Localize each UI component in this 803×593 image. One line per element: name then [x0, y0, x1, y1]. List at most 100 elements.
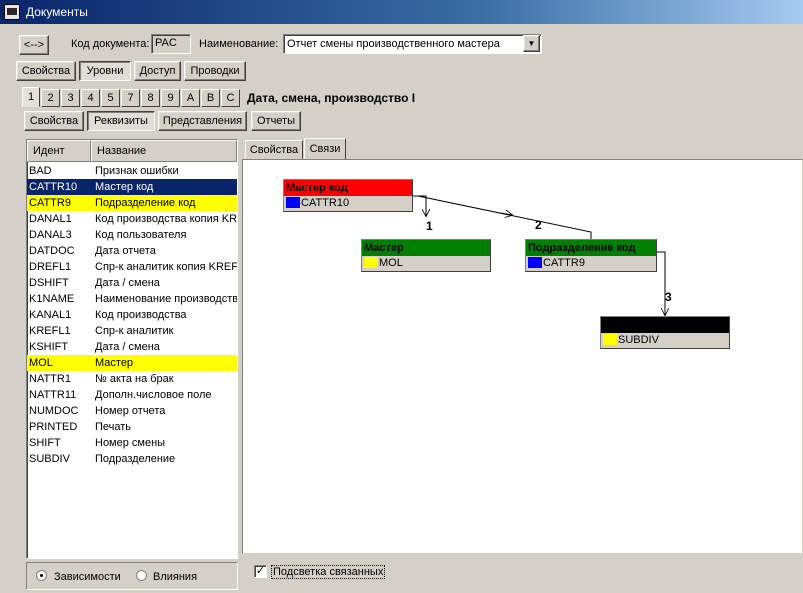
highlight-linked-label[interactable]: Подсветка связанных	[271, 565, 386, 579]
list-row[interactable]: SUBDIV Подразделение	[27, 451, 237, 467]
requisites-list[interactable]: Идент Название BAD Признак ошибки CATTR10…	[26, 139, 238, 559]
color-swatch	[603, 334, 617, 345]
section-tab-requisites[interactable]: Реквизиты	[87, 111, 155, 131]
column-header-name[interactable]: Название	[91, 140, 237, 162]
window-title: Документы	[26, 5, 88, 19]
list-row[interactable]: SHIFT Номер смены	[27, 435, 237, 451]
node-master[interactable]: Мастер MOL	[361, 239, 491, 272]
row-name: Дата / смена	[95, 277, 160, 289]
app-icon	[4, 4, 20, 20]
node-subdivision-code[interactable]: Подразделение код CATTR9	[525, 239, 657, 272]
row-id: CATTR9	[29, 197, 71, 209]
row-id: NATTR1	[29, 373, 71, 385]
list-row[interactable]: NUMDOC Номер отчета	[27, 403, 237, 419]
list-header: Идент Название	[27, 140, 237, 162]
level-tab-9[interactable]: 9	[161, 89, 180, 107]
node-field: CATTR10	[301, 197, 350, 209]
row-id: SHIFT	[29, 437, 61, 449]
list-row[interactable]: DANAL3 Код пользователя	[27, 227, 237, 243]
level-tab-5[interactable]: 5	[101, 89, 120, 107]
radio-dependencies-label: Зависимости	[54, 571, 121, 583]
highlight-linked-checkbox[interactable]: ✓	[254, 565, 267, 578]
list-rows: BAD Признак ошибки CATTR10 Мастер код CATT…	[27, 163, 237, 467]
navigate-button[interactable]: <-->	[19, 35, 49, 55]
list-row[interactable]: DANAL1 Код производства копия KR	[27, 211, 237, 227]
right-tab-properties[interactable]: Свойства	[245, 140, 303, 159]
list-row-selected[interactable]: CATTR10 Мастер код	[27, 179, 237, 195]
row-name: Подразделение код	[95, 197, 196, 209]
row-id: MOL	[29, 357, 53, 369]
color-swatch	[528, 257, 542, 268]
edge-1	[413, 195, 426, 216]
list-row[interactable]: K1NAME Наименование производстве	[27, 291, 237, 307]
mode-radio-group: Зависимости Влияния	[26, 562, 238, 590]
node-field: MOL	[379, 257, 403, 269]
node-subdiv[interactable]: SUBDIV	[600, 316, 730, 349]
row-id: NUMDOC	[29, 405, 79, 417]
row-name: Признак ошибки	[95, 165, 179, 177]
row-id: SUBDIV	[29, 453, 70, 465]
row-id: DANAL1	[29, 213, 72, 225]
level-tab-4[interactable]: 4	[81, 89, 100, 107]
node-field: SUBDIV	[618, 334, 659, 346]
row-name: Код пользователя	[95, 229, 187, 241]
level-tab-7[interactable]: 7	[121, 89, 140, 107]
row-name: Мастер	[95, 357, 134, 369]
level-tab-c[interactable]: C	[221, 89, 240, 107]
radio-influences[interactable]	[136, 570, 147, 581]
name-label: Наименование:	[199, 38, 279, 50]
level-tab-b[interactable]: B	[201, 89, 220, 107]
doc-code-field[interactable]: PAC	[151, 34, 191, 54]
list-row[interactable]: PRINTED Печать	[27, 419, 237, 435]
node-master-code[interactable]: Мастер код CATTR10	[283, 179, 413, 212]
top-tab-properties[interactable]: Свойства	[16, 61, 76, 81]
level-tab-a[interactable]: A	[181, 89, 200, 107]
row-name: Дата / смена	[95, 341, 160, 353]
color-swatch	[364, 257, 378, 268]
top-tab-levels[interactable]: Уровни	[79, 61, 131, 81]
row-id: K1NAME	[29, 293, 75, 305]
row-name: Дата отчета	[95, 245, 156, 257]
row-name: Спр-к аналитик копия KREF	[95, 261, 237, 273]
row-id: PRINTED	[29, 421, 78, 433]
edge-label-3: 3	[665, 290, 672, 304]
list-row[interactable]: KSHIFT Дата / смена	[27, 339, 237, 355]
row-id: BAD	[29, 165, 52, 177]
section-tab-representations[interactable]: Представления	[158, 111, 247, 131]
name-select-value: Отчет смены производственного мастера	[287, 38, 500, 50]
list-row[interactable]: DATDOC Дата отчета	[27, 243, 237, 259]
list-row[interactable]: BAD Признак ошибки	[27, 163, 237, 179]
list-row[interactable]: NATTR11 Дополн.числовое поле	[27, 387, 237, 403]
list-row[interactable]: NATTR1 № акта на брак	[27, 371, 237, 387]
list-row-highlighted[interactable]: MOL Мастер	[27, 355, 237, 371]
list-row[interactable]: DSHIFT Дата / смена	[27, 275, 237, 291]
row-name: Мастер код	[95, 181, 154, 193]
radio-influences-label: Влияния	[153, 571, 198, 583]
section-tab-properties[interactable]: Свойства	[24, 111, 84, 131]
level-caption: Дата, смена, производство I	[247, 91, 416, 105]
row-id: CATTR10	[29, 181, 78, 193]
row-id: KREFL1	[29, 325, 71, 337]
column-header-id[interactable]: Идент	[27, 140, 91, 162]
top-tab-access[interactable]: Доступ	[134, 61, 181, 81]
level-tab-2[interactable]: 2	[41, 89, 60, 107]
level-tab-8[interactable]: 8	[141, 89, 160, 107]
name-select[interactable]: Отчет смены производственного мастера ▼	[283, 34, 542, 54]
level-tab-1[interactable]: 1	[22, 87, 40, 107]
list-row[interactable]: KANAL1 Код производства	[27, 307, 237, 323]
row-id: NATTR11	[29, 389, 77, 401]
list-row[interactable]: DREFL1 Спр-к аналитик копия KREF	[27, 259, 237, 275]
list-row-highlighted[interactable]: CATTR9 Подразделение код	[27, 195, 237, 211]
level-tab-3[interactable]: 3	[61, 89, 80, 107]
right-tab-links[interactable]: Связи	[304, 138, 346, 160]
node-header: Мастер	[362, 240, 490, 256]
list-row[interactable]: KREFL1 Спр-к аналитик	[27, 323, 237, 339]
top-tab-postings[interactable]: Проводки	[184, 61, 246, 81]
row-id: DATDOC	[29, 245, 75, 257]
section-tab-reports[interactable]: Отчеты	[251, 111, 301, 131]
radio-dependencies[interactable]	[36, 570, 47, 581]
dropdown-arrow-icon[interactable]: ▼	[523, 35, 540, 52]
diagram-canvas[interactable]: 1 2 3 Мастер код CATTR10 Мастер MOL Подр…	[242, 159, 803, 554]
doc-code-label: Код документа:	[71, 38, 150, 50]
color-swatch	[286, 197, 300, 208]
